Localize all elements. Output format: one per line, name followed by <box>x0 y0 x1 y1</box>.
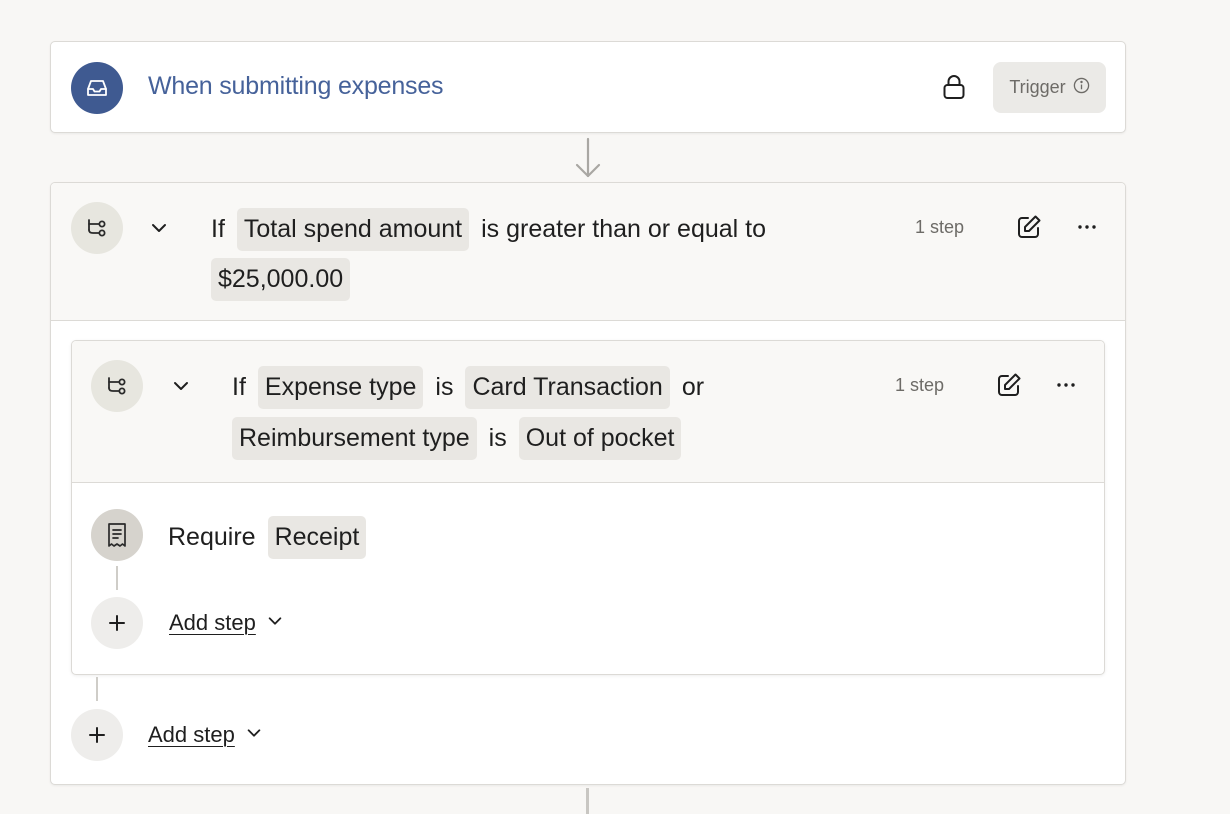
if-word: If <box>232 373 246 401</box>
add-step-label: Add step <box>169 610 256 635</box>
nested-condition-header: If Expense type is Card Transaction or R… <box>72 341 1104 483</box>
condition-header: If Total spend amount is greater than or… <box>51 183 1125 321</box>
trigger-badge[interactable]: Trigger <box>993 62 1106 113</box>
chevron-down-icon[interactable] <box>149 218 169 238</box>
if-word: If <box>211 215 225 243</box>
arrow-down-icon <box>575 137 601 179</box>
inbox-icon <box>71 62 123 114</box>
or-word: or <box>681 373 705 401</box>
info-icon <box>1073 77 1090 99</box>
trigger-title: When submitting expenses <box>148 72 444 100</box>
condition-line-2: $25,000.00 <box>211 258 351 301</box>
edit-icon[interactable] <box>1016 214 1042 240</box>
add-step-plus-button[interactable] <box>71 709 123 761</box>
value-chip[interactable]: Card Transaction <box>465 366 670 409</box>
chevron-down-icon <box>266 610 284 636</box>
nested-condition-card: If Expense type is Card Transaction or R… <box>71 340 1105 675</box>
field-chip[interactable]: Expense type <box>257 366 424 409</box>
value-chip[interactable]: $25,000.00 <box>211 258 351 301</box>
add-step-button[interactable]: Add step <box>169 610 284 636</box>
value-chip[interactable]: Out of pocket <box>518 417 682 460</box>
lock-icon <box>942 74 966 100</box>
bottom-connector <box>586 788 589 814</box>
more-icon[interactable] <box>1053 372 1079 398</box>
step-connector <box>96 677 98 701</box>
add-step-button[interactable]: Add step <box>148 722 263 748</box>
is-word: is <box>435 373 454 401</box>
branch-icon <box>71 202 123 254</box>
is-word: is <box>488 424 507 452</box>
condition-card: If Total spend amount is greater than or… <box>50 182 1126 785</box>
operator-text: is greater than or equal to <box>481 215 767 243</box>
nested-condition-line-2: Reimbursement type is Out of pocket <box>232 417 682 460</box>
branch-icon <box>91 360 143 412</box>
trigger-card[interactable]: When submitting expenses Trigger <box>50 41 1126 133</box>
require-step[interactable]: Require Receipt <box>168 516 367 559</box>
require-word: Require <box>168 523 256 551</box>
step-count: 1 step <box>895 375 945 395</box>
more-icon[interactable] <box>1074 214 1100 240</box>
field-chip[interactable]: Total spend amount <box>236 208 470 251</box>
step-connector <box>116 566 118 590</box>
edit-icon[interactable] <box>996 372 1022 398</box>
add-step-plus-button[interactable] <box>91 597 143 649</box>
condition-line-1: If Total spend amount is greater than or… <box>211 208 766 251</box>
field-chip[interactable]: Reimbursement type <box>232 417 477 460</box>
trigger-badge-label: Trigger <box>1009 77 1066 97</box>
nested-condition-line-1: If Expense type is Card Transaction or <box>232 366 704 409</box>
chevron-down-icon[interactable] <box>171 376 191 396</box>
receipt-icon <box>91 509 143 561</box>
receipt-chip[interactable]: Receipt <box>267 516 367 559</box>
add-step-label: Add step <box>148 722 235 747</box>
step-count: 1 step <box>915 217 965 237</box>
chevron-down-icon <box>245 722 263 748</box>
